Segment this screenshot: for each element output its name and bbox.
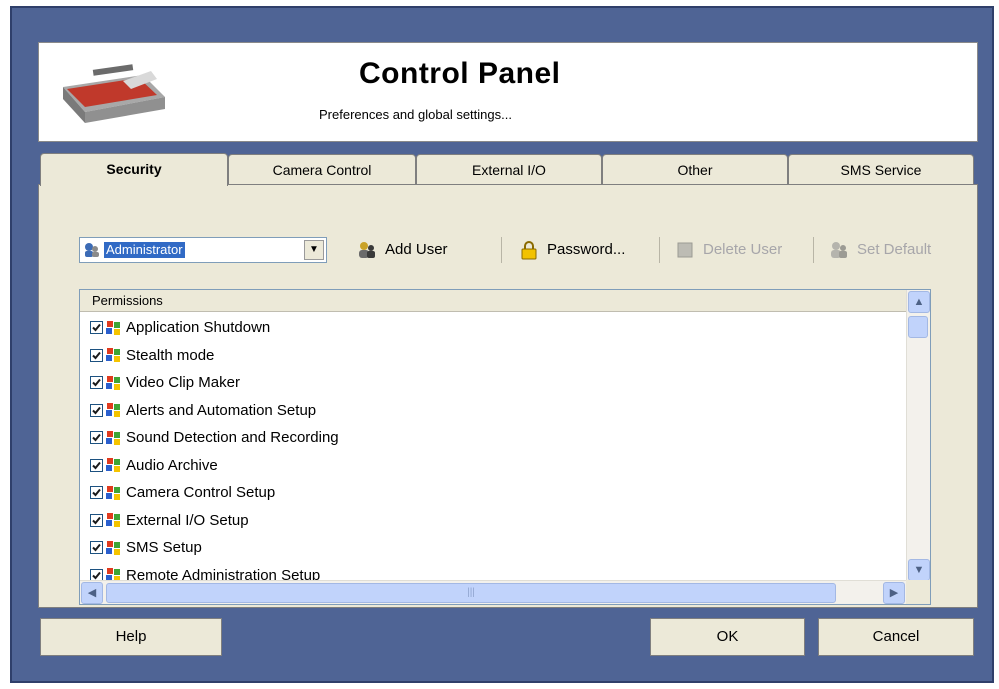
user-select[interactable]: Administrator ▼: [79, 237, 327, 263]
scroll-corner: [906, 580, 930, 604]
page-subtitle: Preferences and global settings...: [319, 107, 512, 122]
checkbox[interactable]: [90, 513, 103, 527]
permission-label: Camera Control Setup: [126, 484, 276, 502]
delete-user-label: Delete User: [703, 241, 783, 258]
page-title: Control Panel: [359, 57, 561, 90]
permission-item[interactable]: Stealth mode: [90, 342, 339, 370]
scroll-up-arrow-icon[interactable]: ▲: [908, 291, 930, 313]
permission-flag-icon: [106, 540, 120, 555]
delete-icon: [677, 242, 693, 258]
cancel-button[interactable]: Cancel: [818, 618, 974, 656]
tab-external-io[interactable]: External I/O: [416, 154, 602, 184]
check-icon: [92, 379, 101, 387]
permission-item[interactable]: External I/O Setup: [90, 507, 339, 535]
permission-item[interactable]: Sound Detection and Recording: [90, 424, 339, 452]
user-select-value: Administrator: [104, 242, 185, 258]
vertical-scrollbar[interactable]: ▲ ▼: [906, 290, 930, 582]
password-label: Password...: [547, 241, 626, 258]
settings-panel: Security Camera Control External I/O Oth…: [38, 153, 978, 608]
permissions-rows: Application Shutdown Stealth mode Video …: [90, 314, 339, 589]
permission-label: Application Shutdown: [126, 319, 271, 337]
chevron-down-icon[interactable]: ▼: [304, 240, 324, 260]
checkbox[interactable]: [90, 403, 103, 417]
permission-label: Alerts and Automation Setup: [126, 401, 317, 419]
permission-flag-icon: [106, 348, 120, 363]
permission-flag-icon: [106, 430, 120, 445]
permission-label: Sound Detection and Recording: [126, 429, 339, 447]
add-user-button[interactable]: Add User: [357, 237, 448, 263]
permission-item[interactable]: Audio Archive: [90, 452, 339, 480]
vertical-scroll-thumb[interactable]: [908, 316, 928, 338]
check-icon: [92, 351, 101, 360]
permission-item[interactable]: Video Clip Maker: [90, 369, 339, 397]
checkbox[interactable]: [90, 348, 103, 362]
checkbox[interactable]: [90, 321, 103, 335]
check-icon: [92, 461, 101, 470]
permission-label: Stealth mode: [126, 346, 215, 364]
set-default-label: Set Default: [857, 241, 932, 258]
header-banner: Control Panel Preferences and global set…: [38, 42, 978, 142]
set-default-button[interactable]: Set Default: [829, 237, 931, 263]
tab-sms-service[interactable]: SMS Service: [788, 154, 974, 184]
tab-bar: Security Camera Control External I/O Oth…: [38, 153, 978, 186]
check-icon: [92, 516, 101, 525]
tab-other[interactable]: Other: [602, 154, 788, 184]
password-button[interactable]: Password...: [519, 237, 625, 263]
toolbar-separator: [813, 237, 814, 263]
check-icon: [92, 324, 101, 332]
add-user-icon: [359, 242, 375, 259]
permission-flag-icon: [106, 485, 120, 500]
permission-flag-icon: [106, 513, 120, 528]
check-icon: [92, 544, 101, 552]
permissions-list[interactable]: Permissions Application Shutdown Stealth…: [79, 289, 931, 605]
user-toolbar: Administrator ▼ Add User Password... Del…: [79, 233, 959, 267]
tab-security[interactable]: Security: [40, 153, 228, 186]
permission-label: Video Clip Maker: [126, 374, 240, 392]
set-default-icon: [831, 242, 847, 259]
toolbox-icon: [63, 64, 165, 123]
checkbox[interactable]: [90, 541, 103, 555]
checkbox[interactable]: [90, 376, 103, 390]
checkbox[interactable]: [90, 458, 103, 472]
check-icon: [92, 489, 101, 497]
check-icon: [92, 406, 101, 415]
horizontal-scroll-thumb[interactable]: |||: [106, 583, 836, 603]
permission-item[interactable]: SMS Setup: [90, 534, 339, 562]
permission-flag-icon: [106, 403, 120, 418]
permission-item[interactable]: Application Shutdown: [90, 314, 339, 342]
add-user-label: Add User: [385, 241, 448, 258]
scroll-left-arrow-icon[interactable]: ◀: [81, 582, 103, 604]
permission-flag-icon: [106, 458, 120, 473]
tab-content-security: Administrator ▼ Add User Password... Del…: [38, 184, 978, 608]
horizontal-scrollbar[interactable]: ◀ ||| ▶: [80, 580, 906, 604]
permission-label: SMS Setup: [126, 539, 202, 557]
ok-button[interactable]: OK: [650, 618, 805, 656]
permission-flag-icon: [106, 320, 120, 335]
checkbox[interactable]: [90, 431, 103, 445]
delete-user-button[interactable]: Delete User: [675, 237, 782, 263]
permission-flag-icon: [106, 375, 120, 390]
permission-label: Audio Archive: [126, 456, 218, 474]
permissions-column-header[interactable]: Permissions: [80, 290, 906, 312]
lock-icon: [521, 241, 537, 260]
permission-item[interactable]: Camera Control Setup: [90, 479, 339, 507]
help-button[interactable]: Help: [40, 618, 222, 656]
permission-label: External I/O Setup: [126, 511, 249, 529]
permission-item[interactable]: Alerts and Automation Setup: [90, 397, 339, 425]
checkbox[interactable]: [90, 486, 103, 500]
tab-camera-control[interactable]: Camera Control: [228, 154, 416, 184]
toolbar-separator: [659, 237, 660, 263]
check-icon: [92, 434, 101, 442]
toolbar-separator: [501, 237, 502, 263]
scroll-down-arrow-icon[interactable]: ▼: [908, 559, 930, 581]
scroll-right-arrow-icon[interactable]: ▶: [883, 582, 905, 604]
user-icon: [85, 243, 99, 257]
